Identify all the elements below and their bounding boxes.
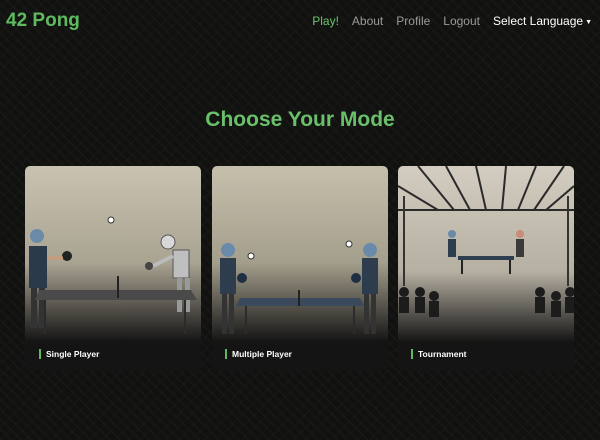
language-select-label: Select Language [492,14,584,28]
nav-menu: Play! About Profile Logout Select Langua… [312,14,592,28]
multiple-player-label: Multiple Player [225,349,292,359]
multiple-player-image [212,166,388,342]
tournament-image [398,166,574,342]
nav-play-link[interactable]: Play! [312,14,339,28]
nav-about-link[interactable]: About [352,14,383,28]
single-player-image [25,166,201,342]
page-title: Choose Your Mode [205,108,395,131]
language-select[interactable]: Select Language ▼ [493,14,592,28]
multiple-player-card[interactable]: Multiple Player [212,166,388,371]
tournament-card[interactable]: Tournament [398,166,574,371]
single-player-card[interactable]: Single Player [25,166,201,371]
brand-logo[interactable]: 42 Pong [6,10,80,32]
nav-profile-link[interactable]: Profile [396,14,430,28]
nav-logout-link[interactable]: Logout [443,14,480,28]
tournament-label: Tournament [411,349,466,359]
single-player-label: Single Player [39,349,99,359]
navbar: 42 Pong Play! About Profile Logout Selec… [0,0,600,42]
chevron-down-icon: ▼ [585,18,592,26]
